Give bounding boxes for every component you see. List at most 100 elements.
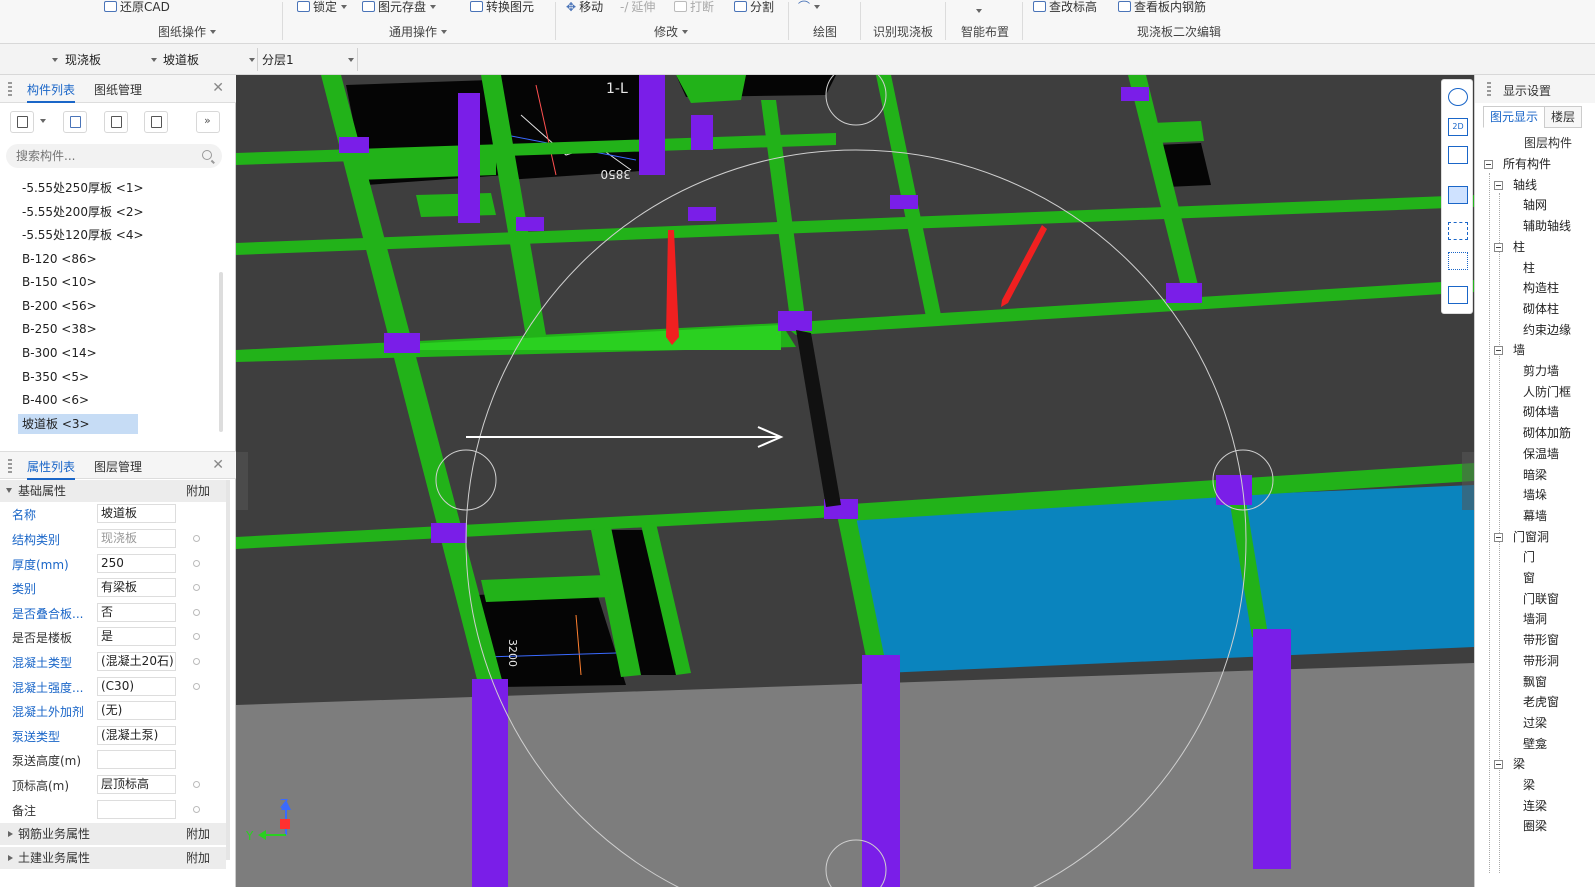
toggle-icon[interactable] (193, 560, 200, 567)
list-item[interactable]: B-400 <6> (18, 390, 93, 410)
prop-value[interactable]: 250 (97, 554, 176, 573)
list-item[interactable]: B-250 <38> (18, 319, 101, 339)
tree-item[interactable]: 人防门框 (1523, 382, 1571, 402)
lock-button[interactable]: 锁定 (297, 0, 348, 16)
tree-item[interactable]: 过梁 (1523, 713, 1547, 733)
prop-value[interactable]: (混凝土20石) (97, 652, 176, 671)
view-slab-rebar-button[interactable]: 查看板内钢筋 (1118, 0, 1206, 16)
group-draw[interactable]: 绘图 (813, 23, 837, 41)
prop-value[interactable]: (混凝土泵) (97, 726, 176, 745)
tab-element-display[interactable]: 图元显示 (1483, 106, 1546, 128)
tree-item[interactable]: 圈梁 (1523, 816, 1547, 836)
solid-view-icon[interactable] (1448, 186, 1468, 204)
prop-value[interactable]: 层顶标高 (97, 775, 176, 794)
tree-item[interactable]: 带形洞 (1523, 651, 1559, 671)
modify-elevation-button[interactable]: 查改标高 (1033, 0, 1097, 16)
prop-value[interactable]: 否 (97, 603, 176, 622)
property-scrollbar[interactable] (226, 480, 230, 860)
tree-item[interactable]: 梁 (1513, 754, 1525, 774)
new-dropdown-button[interactable] (36, 111, 50, 133)
prop-value[interactable] (97, 750, 176, 769)
prop-value[interactable]: 坡道板 (97, 504, 176, 523)
section-basic-properties[interactable]: 基础属性 附加 (0, 480, 226, 502)
2d-view-icon[interactable]: 2D (1448, 118, 1468, 136)
tree-item[interactable]: 暗梁 (1523, 465, 1547, 485)
component-select[interactable]: 坡道板 (163, 50, 255, 70)
collapse-icon[interactable] (1494, 346, 1503, 356)
list-item-selected[interactable]: 坡道板 <3> (18, 414, 138, 434)
tree-item[interactable]: 幕墙 (1523, 506, 1547, 526)
tree-item[interactable]: 连梁 (1523, 796, 1547, 816)
save-element-button[interactable]: 图元存盘 (362, 0, 437, 16)
list-item[interactable]: B-150 <10> (18, 272, 101, 292)
group-modify[interactable]: 修改 (654, 23, 689, 41)
more-button[interactable]: » (196, 111, 220, 133)
prop-value[interactable]: 现浇板 (97, 529, 176, 548)
list-item[interactable]: B-350 <5> (18, 367, 93, 387)
list-scrollbar[interactable] (219, 272, 223, 432)
tab-drawing-management[interactable]: 图纸管理 (94, 81, 142, 103)
collapse-left-handle[interactable] (236, 452, 248, 510)
group-identify-slab[interactable]: 识别现浇板 (873, 23, 933, 41)
group-common-ops[interactable]: 通用操作 (389, 23, 448, 41)
collapse-icon[interactable] (1494, 242, 1503, 252)
toggle-icon[interactable] (193, 658, 200, 665)
tree-item[interactable]: 壁龛 (1523, 734, 1547, 754)
tree-item[interactable]: 柱 (1513, 237, 1525, 257)
drag-handle-icon[interactable] (1487, 82, 1491, 96)
tab-layer-management[interactable]: 图层管理 (94, 458, 142, 480)
collapse-icon[interactable] (1494, 180, 1503, 190)
collapse-icon[interactable] (1484, 160, 1493, 169)
tree-item[interactable]: 砌体柱 (1523, 299, 1559, 319)
toggle-icon[interactable] (193, 609, 200, 616)
tree-item[interactable]: 所有构件 (1503, 154, 1551, 174)
tree-item[interactable]: 梁 (1523, 775, 1535, 795)
list-item[interactable]: -5.55处120厚板 <4> (18, 225, 148, 245)
restore-cad-button[interactable]: 还原CAD (104, 0, 170, 16)
search-input[interactable] (16, 148, 196, 164)
close-icon[interactable]: ✕ (212, 457, 224, 473)
tree-item[interactable]: 窗 (1523, 568, 1535, 588)
group-drawing-ops[interactable]: 图纸操作 (158, 23, 217, 41)
tree-item[interactable]: 构造柱 (1523, 278, 1559, 298)
toggle-icon[interactable] (193, 781, 200, 788)
select-view-icon[interactable] (1448, 252, 1468, 270)
component-type-select[interactable]: 现浇板 (65, 50, 157, 70)
tree-item[interactable]: 门窗洞 (1513, 527, 1549, 547)
break-button[interactable]: 打断 (674, 0, 714, 16)
close-icon[interactable]: ✕ (212, 80, 224, 96)
tree-item[interactable]: 墙洞 (1523, 609, 1547, 629)
3d-viewport[interactable]: 1-L 3850 3200 Z Y (236, 75, 1474, 887)
toggle-icon[interactable] (193, 535, 200, 542)
toggle-icon[interactable] (193, 683, 200, 690)
list-item[interactable]: B-120 <86> (18, 249, 101, 269)
collapse-icon[interactable] (1494, 760, 1503, 770)
toggle-icon[interactable] (193, 633, 200, 640)
tree-item[interactable]: 墙 (1513, 340, 1525, 360)
toggle-icon[interactable] (193, 584, 200, 591)
drag-handle-icon[interactable] (8, 459, 12, 473)
tree-item[interactable]: 保温墙 (1523, 444, 1559, 464)
search-icon[interactable] (202, 150, 212, 160)
list-item[interactable]: B-200 <56> (18, 296, 101, 316)
tree-item[interactable]: 剪力墙 (1523, 361, 1559, 381)
group-smart-layout[interactable]: 智能布置 (961, 23, 1009, 41)
list-item[interactable]: B-300 <14> (18, 343, 101, 363)
floor-select[interactable] (10, 50, 58, 70)
drag-handle-icon[interactable] (8, 82, 12, 96)
cube-view-icon[interactable] (1448, 146, 1468, 164)
copy-component-button[interactable] (63, 111, 87, 133)
tree-item[interactable]: 柱 (1523, 258, 1535, 278)
collapse-icon[interactable] (1494, 532, 1503, 542)
prop-value[interactable]: (C30) (97, 677, 176, 696)
tab-component-list[interactable]: 构件列表 (27, 81, 76, 103)
split-button[interactable]: 分割 (734, 0, 774, 16)
section-rebar-properties[interactable]: 钢筋业务属性 附加 (0, 823, 226, 845)
tab-property-list[interactable]: 属性列表 (27, 458, 76, 480)
tree-item[interactable]: 门联窗 (1523, 589, 1559, 609)
tree-item[interactable]: 辅助轴线 (1523, 216, 1571, 236)
draw-arc-button[interactable]: ⌒ (798, 0, 821, 16)
collapse-right-handle[interactable] (1462, 452, 1474, 510)
delete-component-button[interactable] (104, 111, 128, 133)
prop-value[interactable]: 有梁板 (97, 578, 176, 597)
